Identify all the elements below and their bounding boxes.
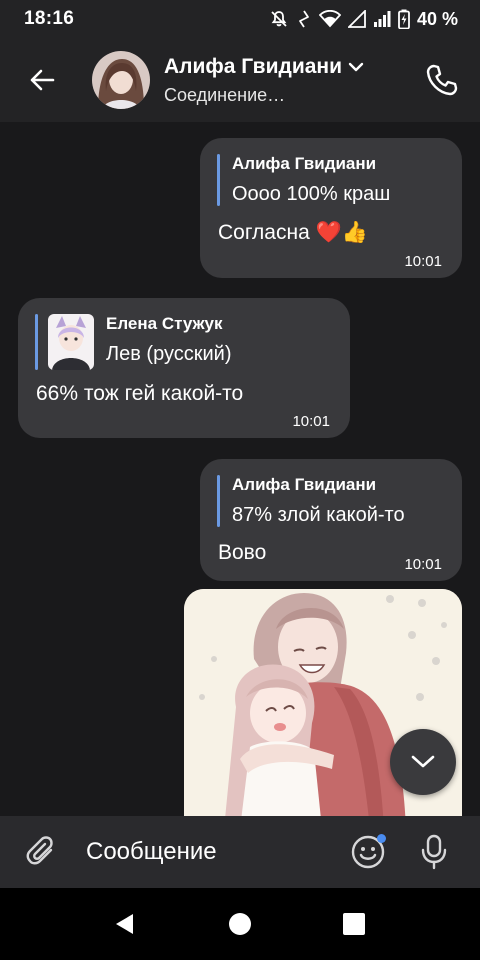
back-triangle-icon[interactable] [113, 912, 137, 936]
reply-quote[interactable]: Алифа Гвидиани 87% злой какой-то [217, 475, 405, 527]
message-bubble-outgoing[interactable]: Алифа Гвидиани Оооо 100% краш Согласна ❤… [200, 138, 462, 278]
system-nav-bar [0, 888, 480, 960]
message-input[interactable]: Сообщение [86, 838, 348, 866]
status-time: 18:16 [24, 8, 75, 29]
battery-percent: 40 % [416, 8, 458, 29]
quote-content: Алифа Гвидиани Оооо 100% краш [232, 154, 390, 206]
reply-quote[interactable]: Алифа Гвидиани Оооо 100% краш [217, 154, 390, 206]
scroll-down-button[interactable] [390, 729, 456, 795]
back-button[interactable] [0, 38, 84, 122]
quote-thumbnail [48, 314, 94, 370]
signal-outline-icon [347, 10, 366, 28]
attach-icon [26, 836, 53, 865]
mute-icon [271, 11, 287, 27]
quote-bar [35, 314, 38, 370]
quote-author: Алифа Гвидиани [232, 154, 377, 173]
chat-info[interactable]: Алифа Гвидиани Соединение… [164, 55, 364, 106]
unread-dot [377, 834, 386, 843]
quote-author: Елена Стужук [106, 314, 223, 333]
message-feed[interactable]: Алифа Гвидиани Оооо 100% краш Согласна ❤… [0, 122, 480, 816]
quote-bar [217, 475, 220, 527]
message-bubble-incoming[interactable]: Елена Стужук Лев (русский) 66% тож гей к… [18, 298, 350, 438]
battery-charging-icon [398, 9, 410, 29]
quote-text: Оооо 100% краш [232, 183, 391, 205]
wifi-icon [318, 10, 341, 28]
quote-bar [217, 154, 220, 206]
message-bubble-outgoing[interactable]: Алифа Гвидиани 87% злой какой-то Вово 10… [200, 459, 462, 581]
quote-content: Елена Стужук Лев (русский) [106, 314, 232, 370]
message-time: 10:01 [404, 556, 442, 573]
microphone-icon [421, 834, 447, 870]
quote-text: 87% злой какой-то [232, 504, 405, 526]
chevron-down-icon [348, 62, 364, 71]
status-icons: 40 % [269, 9, 458, 30]
message-time: 10:01 [404, 253, 442, 270]
message-text: Согласна ❤️👍 [218, 221, 368, 244]
message-text: 66% тож гей какой-то [36, 382, 244, 405]
connection-status: Соединение… [164, 84, 286, 105]
call-button[interactable] [422, 60, 462, 100]
message-composer: Сообщение [0, 816, 480, 888]
home-circle-icon[interactable] [228, 912, 252, 936]
contact-name: Алифа Гвидиани [164, 54, 343, 78]
quote-text: Лев (русский) [106, 343, 232, 365]
reply-quote[interactable]: Елена Стужук Лев (русский) [35, 314, 232, 370]
message-time: 10:01 [292, 413, 330, 430]
quote-author: Алифа Гвидиани [232, 475, 377, 494]
signal-icon [373, 11, 391, 27]
chat-header: Алифа Гвидиани Соединение… [0, 38, 480, 122]
attach-button[interactable] [22, 832, 62, 872]
microphone-button[interactable] [414, 832, 454, 872]
chevron-down-icon [411, 755, 435, 768]
back-arrow-icon [30, 69, 55, 91]
status-bar: 18:16 40 % [0, 0, 480, 38]
recents-square-icon[interactable] [342, 912, 366, 936]
chat-name-row: Алифа Гвидиани [164, 55, 364, 79]
vibrate-icon [299, 10, 309, 28]
contact-avatar[interactable] [92, 51, 150, 109]
phone-icon [426, 64, 458, 96]
emoji-button[interactable] [348, 832, 388, 872]
message-text: Вово [218, 541, 267, 564]
quote-content: Алифа Гвидиани 87% злой какой-то [232, 475, 405, 527]
